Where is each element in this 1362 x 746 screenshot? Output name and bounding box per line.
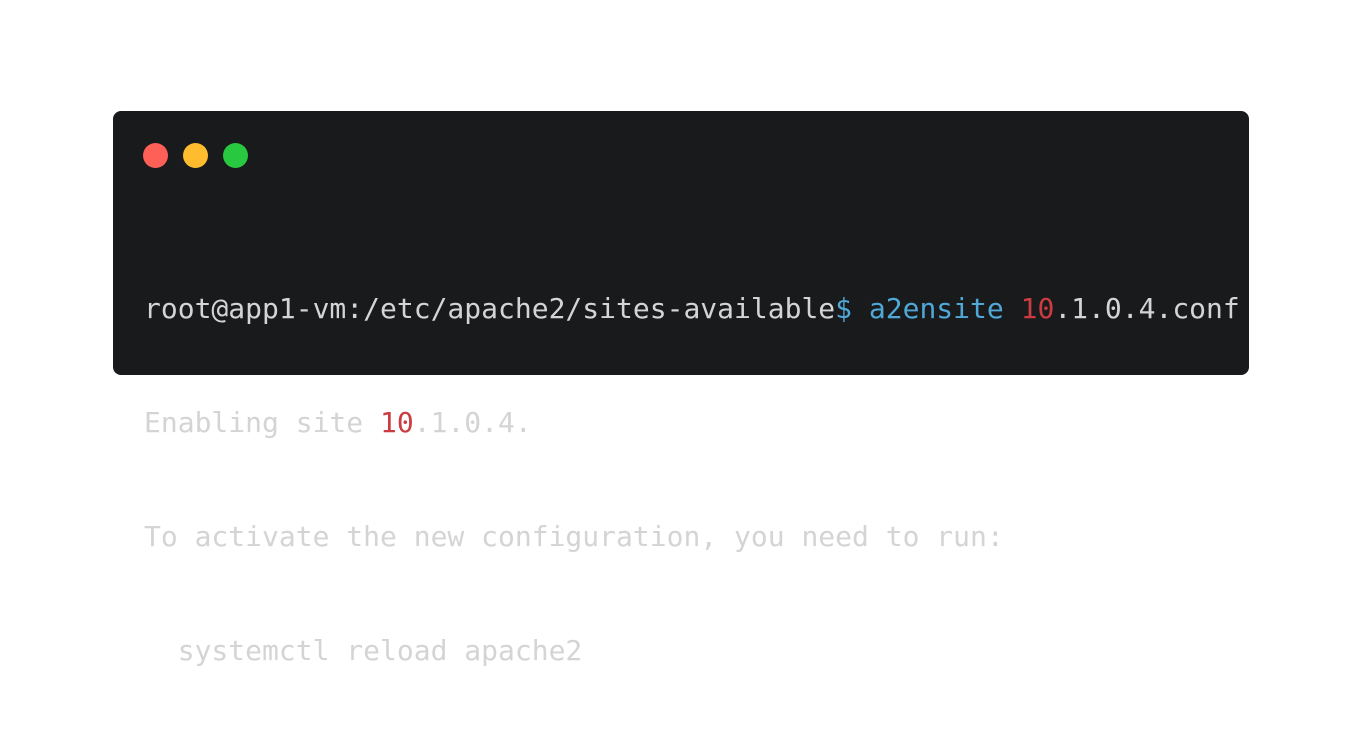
command-arg-rest: .1.0.4.conf bbox=[1054, 292, 1240, 325]
enabling-rest: .1.0.4. bbox=[413, 406, 532, 439]
prompt-path: root@app1-vm:/etc/apache2/sites-availabl… bbox=[144, 292, 836, 325]
close-button[interactable] bbox=[143, 143, 168, 168]
window-controls bbox=[143, 143, 248, 168]
command-name: a2ensite bbox=[852, 292, 1021, 325]
prompt-symbol: $ bbox=[835, 292, 853, 325]
output-line-reload: systemctl reload apache2 bbox=[144, 634, 583, 667]
output-line-activate: To activate the new configuration, you n… bbox=[144, 520, 1004, 553]
output-line-enabling: Enabling site 10.1.0.4. bbox=[144, 404, 1240, 442]
terminal-window: root@app1-vm:/etc/apache2/sites-availabl… bbox=[113, 111, 1249, 667]
terminal-output[interactable]: root@app1-vm:/etc/apache2/sites-availabl… bbox=[144, 214, 1240, 746]
enabling-number: 10 bbox=[380, 406, 414, 439]
command-arg-number: 10 bbox=[1020, 292, 1055, 325]
maximize-button[interactable] bbox=[223, 143, 248, 168]
minimize-button[interactable] bbox=[183, 143, 208, 168]
command-line: root@app1-vm:/etc/apache2/sites-availabl… bbox=[144, 290, 1240, 328]
enabling-prefix: Enabling site bbox=[144, 406, 381, 439]
